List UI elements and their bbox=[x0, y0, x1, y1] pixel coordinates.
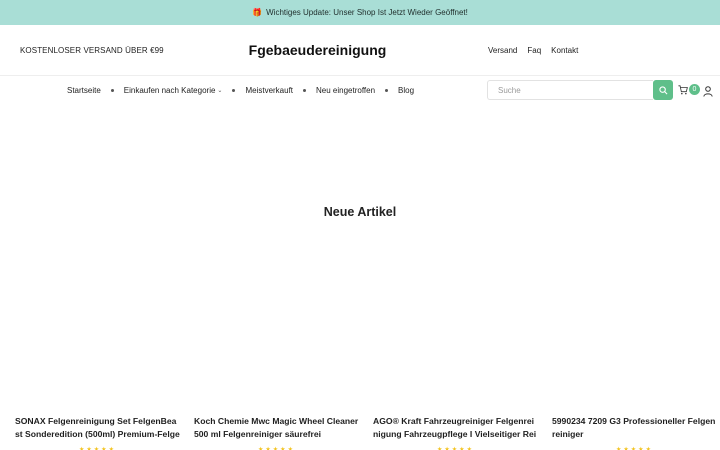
search-icon bbox=[658, 85, 667, 94]
main-navigation: Startseite Einkaufen nach Kategorie ⌄ Me… bbox=[0, 77, 720, 103]
nav-item-startseite[interactable]: Startseite bbox=[67, 86, 101, 95]
nav-separator bbox=[110, 88, 114, 92]
link-faq[interactable]: Faq bbox=[527, 46, 541, 55]
cart-icon bbox=[678, 84, 688, 94]
search-input[interactable] bbox=[487, 80, 653, 100]
product-grid: SONAX Felgenreinigung Set FelgenBeast So… bbox=[15, 415, 720, 450]
product-card[interactable]: AGO® Kraft Fahrzeugreiniger Felgenreinig… bbox=[373, 415, 552, 450]
nav-item-kategorie[interactable]: Einkaufen nach Kategorie ⌄ bbox=[124, 86, 223, 95]
chevron-down-icon: ⌄ bbox=[217, 87, 223, 94]
nav-item-blog[interactable]: Blog bbox=[398, 86, 414, 95]
nav-separator bbox=[303, 88, 307, 92]
nav-item-kategorie-label: Einkaufen nach Kategorie bbox=[123, 85, 216, 95]
nav-separator bbox=[232, 88, 236, 92]
product-name[interactable]: Koch Chemie Mwc Magic Wheel Cleaner 500 … bbox=[194, 415, 359, 441]
site-header: KOSTENLOSER VERSAND ÜBER €99 Fgebaeudere… bbox=[0, 25, 720, 76]
announcement-bar: 🎁 Wichtiges Update: Unser Shop Ist Jetzt… bbox=[0, 0, 720, 25]
user-icon bbox=[703, 86, 713, 97]
product-card[interactable]: 5990234 7209 G3 Professioneller Felgenre… bbox=[552, 415, 720, 450]
account-button[interactable] bbox=[703, 84, 713, 102]
nav-menu: Startseite Einkaufen nach Kategorie ⌄ Me… bbox=[67, 86, 414, 95]
product-name[interactable]: SONAX Felgenreinigung Set FelgenBeast So… bbox=[15, 415, 180, 441]
cart-count-badge: 0 bbox=[689, 84, 700, 95]
product-card[interactable]: SONAX Felgenreinigung Set FelgenBeast So… bbox=[15, 415, 194, 450]
gift-icon: 🎁 bbox=[252, 8, 263, 17]
section-title: Neue Artikel bbox=[323, 205, 397, 219]
rating-stars: ★★★★★ bbox=[258, 447, 295, 450]
link-versand[interactable]: Versand bbox=[488, 46, 517, 55]
product-name[interactable]: AGO® Kraft Fahrzeugreiniger Felgenreinig… bbox=[373, 415, 538, 441]
product-name[interactable]: 5990234 7209 G3 Professioneller Felgenre… bbox=[552, 415, 717, 441]
link-kontakt[interactable]: Kontakt bbox=[551, 46, 578, 55]
rating-stars: ★★★★★ bbox=[79, 447, 116, 450]
top-links: Versand Faq Kontakt bbox=[488, 46, 578, 55]
rating-stars: ★★★★★ bbox=[437, 447, 474, 450]
search-button[interactable] bbox=[653, 80, 673, 100]
nav-item-neu[interactable]: Neu eingetroffen bbox=[316, 86, 375, 95]
nav-item-meistverkauft[interactable]: Meistverkauft bbox=[245, 86, 293, 95]
announcement-text: Wichtiges Update: Unser Shop Ist Jetzt W… bbox=[266, 8, 468, 17]
nav-separator bbox=[385, 88, 389, 92]
product-card[interactable]: Koch Chemie Mwc Magic Wheel Cleaner 500 … bbox=[194, 415, 373, 450]
cart-button[interactable]: 0 bbox=[678, 84, 700, 95]
rating-stars: ★★★★★ bbox=[616, 447, 653, 450]
